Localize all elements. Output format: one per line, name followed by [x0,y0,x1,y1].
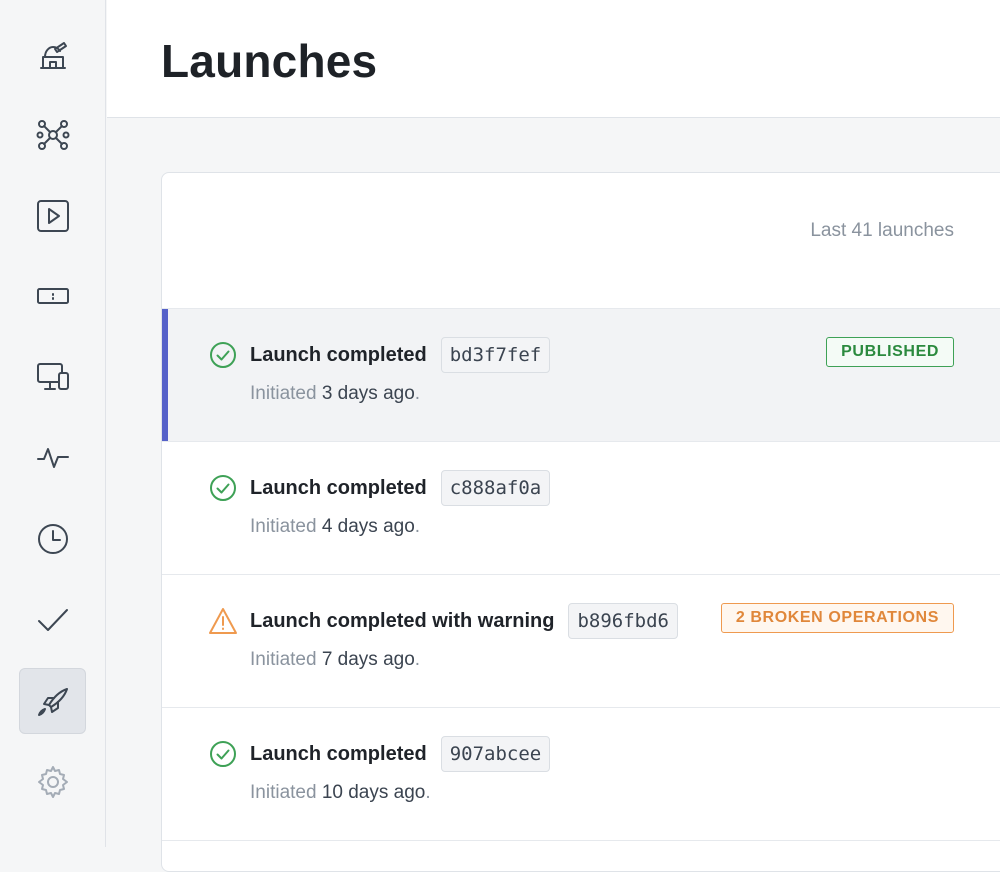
page-title: Launches [161,35,378,87]
initiated-label: Initiated [250,516,317,537]
check-circle-icon [208,340,238,370]
sidebar-item-play[interactable] [19,183,86,249]
launch-status: Launch completed [250,742,427,765]
launch-row[interactable]: Launch completed 907abcee Initiated 10 d… [162,708,1000,841]
status-badge: 2 BROKEN OPERATIONS [720,603,954,633]
observatory-icon [39,42,67,69]
launch-row[interactable]: Launch completed bd3f7fef PUBLISHED Init… [162,309,1000,442]
sidebar-item-devices[interactable] [19,344,86,410]
status-badge: PUBLISHED [826,337,954,367]
launches-panel-header: Last 41 launches [162,173,1000,309]
launch-time: 4 days ago [321,516,415,537]
initiated-label: Initiated [250,383,317,404]
launch-status: Launch completed [250,476,427,499]
activity-icon [36,448,69,468]
sidebar-item-settings[interactable] [19,749,86,815]
gear-icon [37,766,68,798]
launch-time: 7 days ago [321,649,415,670]
warning-icon [208,606,238,636]
rocket-icon [37,688,68,716]
ticket-icon [36,288,69,304]
launch-hash[interactable]: b896fbd6 [568,603,678,639]
sidebar-item-activity[interactable] [19,425,86,491]
launch-hash[interactable]: c888af0a [440,470,551,506]
check-icon [37,609,68,631]
sidebar-item-ticket[interactable] [19,263,86,329]
sidebar [0,0,106,847]
launch-hash[interactable]: bd3f7fef [440,337,551,373]
devices-icon [36,363,69,390]
sidebar-item-network[interactable] [19,102,86,168]
launches-panel: Last 41 launches Launch completed bd3f7f… [161,172,1000,872]
launch-time: 3 days ago [321,383,415,404]
initiated-label: Initiated [250,649,317,670]
launch-row[interactable]: Launch completed c888af0a Initiated 4 da… [162,442,1000,575]
sidebar-item-history[interactable] [19,506,86,572]
launch-status: Launch completed with warning [250,609,555,632]
check-circle-icon [208,473,238,503]
launch-status: Launch completed [250,343,427,366]
initiated-label: Initiated [250,782,317,803]
page-header: Launches [107,0,1000,118]
launch-hash[interactable]: 907abcee [440,736,551,772]
launch-row[interactable]: Launch completed with warning b896fbd6 2… [162,575,1000,708]
sidebar-item-observatory[interactable] [19,22,86,88]
clock-icon [37,524,68,554]
network-icon [36,120,69,150]
launch-count: Last 41 launches [810,220,954,241]
launch-time: 10 days ago [321,782,426,803]
check-circle-icon [208,739,238,769]
sidebar-item-launches[interactable] [19,668,86,734]
sidebar-item-checks[interactable] [19,587,86,653]
play-icon [36,200,69,232]
